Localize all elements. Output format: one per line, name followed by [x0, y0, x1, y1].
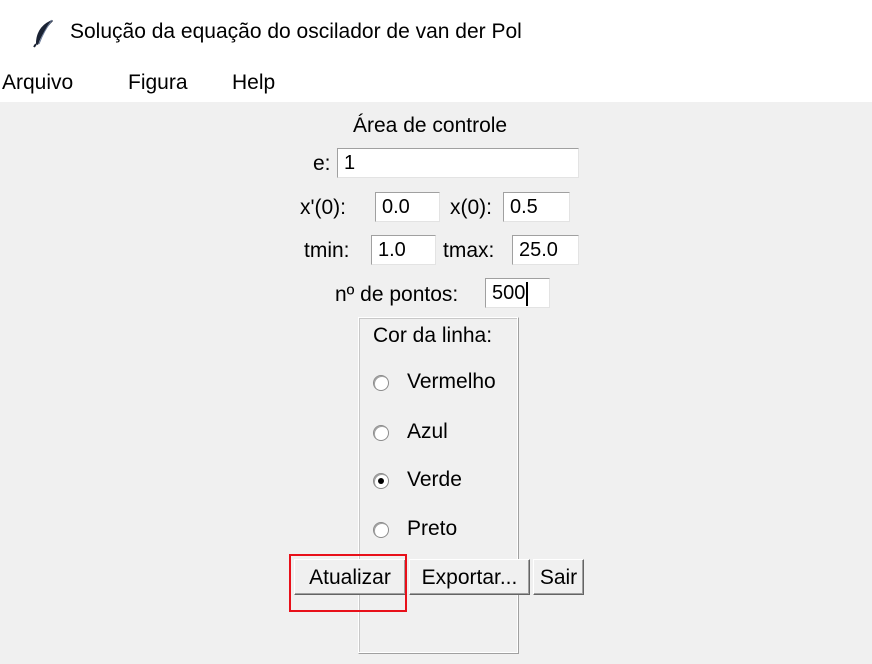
- update-button[interactable]: Atualizar: [294, 559, 406, 595]
- control-heading: Área de controle: [353, 114, 508, 137]
- text-caret: [526, 282, 528, 306]
- e-label: e:: [313, 152, 331, 175]
- tmin-label: tmin:: [304, 239, 350, 262]
- npontos-input[interactable]: [485, 278, 550, 308]
- radio-label: Azul: [407, 420, 448, 443]
- menu-arquivo[interactable]: Arquivo: [2, 71, 73, 95]
- x0-label: x(0):: [450, 196, 492, 219]
- exit-button[interactable]: Sair: [533, 559, 584, 595]
- line-color-group: Cor da linha: Vermelho Azul Verde Preto: [358, 317, 519, 654]
- radio-dot-icon: [378, 478, 384, 484]
- x0-input[interactable]: [503, 192, 570, 222]
- radio-button-selected-icon: [373, 473, 389, 489]
- radio-label: Vermelho: [407, 370, 496, 393]
- menu-bar: Arquivo Figura Help: [0, 68, 872, 102]
- export-button[interactable]: Exportar...: [409, 559, 530, 595]
- tmin-input[interactable]: [371, 235, 436, 265]
- npontos-label: nº de pontos:: [335, 283, 459, 306]
- xprime0-label: x'(0):: [300, 196, 347, 219]
- xprime0-input[interactable]: [375, 192, 440, 222]
- tmax-input[interactable]: [512, 235, 579, 265]
- title-bar[interactable]: Solução da equação do oscilador de van d…: [0, 0, 872, 66]
- app-window: Solução da equação do oscilador de van d…: [0, 0, 872, 664]
- e-input[interactable]: [337, 148, 579, 178]
- radio-button-icon: [373, 425, 389, 441]
- radio-button-icon: [373, 522, 389, 538]
- line-color-title: Cor da linha:: [373, 324, 493, 347]
- radio-label: Verde: [407, 468, 462, 491]
- control-area: Área de controle e: x'(0): x(0): tmin: t…: [0, 102, 872, 664]
- feather-icon: [32, 18, 56, 48]
- radio-label: Preto: [407, 517, 458, 540]
- menu-figura[interactable]: Figura: [128, 71, 188, 95]
- menu-help[interactable]: Help: [232, 71, 275, 95]
- radio-button-icon: [373, 375, 389, 391]
- window-title: Solução da equação do oscilador de van d…: [70, 20, 522, 43]
- tmax-label: tmax:: [443, 239, 495, 262]
